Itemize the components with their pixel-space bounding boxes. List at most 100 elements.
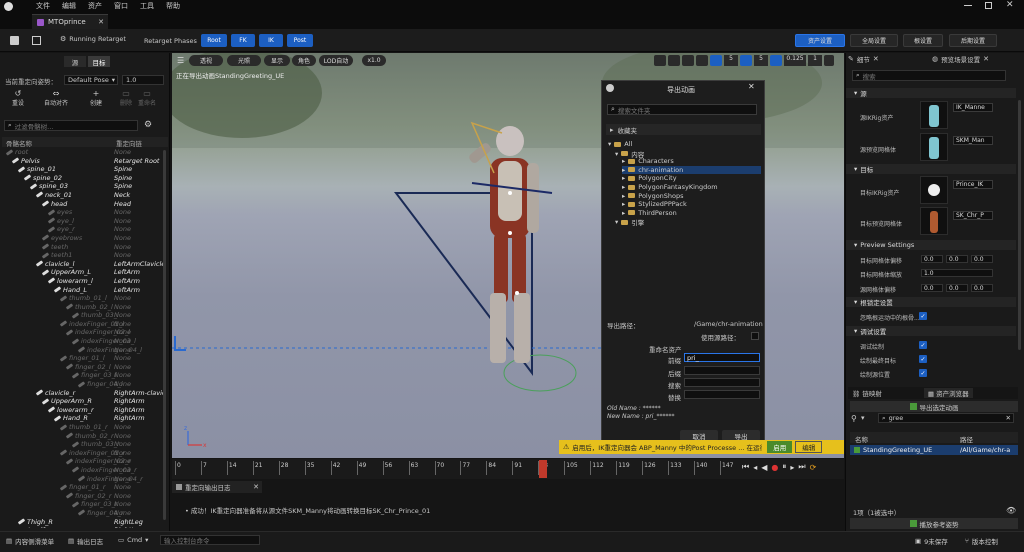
log-tab[interactable]: 重定向输出日志 ✕ — [172, 481, 262, 493]
show-button[interactable]: 显示 — [264, 55, 290, 66]
skip-end-icon[interactable]: ⏭ — [798, 462, 805, 472]
maximize-icon[interactable] — [985, 2, 992, 9]
bone-chain[interactable]: None — [114, 466, 166, 474]
root-lock-checkbox[interactable]: ✓ — [919, 312, 927, 320]
console-input[interactable]: 输入控制台命令 — [160, 535, 260, 545]
bone-row[interactable]: indexFinger_01_r None — [0, 449, 170, 458]
asset-search-input[interactable]: ⌕ gree ✕ — [878, 413, 1014, 423]
bone-row[interactable]: lowerarm_r RightArm — [0, 406, 170, 415]
folder-item[interactable]: ▾ 引擎 — [615, 217, 644, 227]
bone-row[interactable]: indexFinger_01_l None — [0, 320, 170, 329]
menu-item[interactable]: 编辑 — [56, 1, 82, 11]
step-forward-icon[interactable]: ▸ — [790, 463, 794, 472]
folder-item[interactable]: ▸ StylizedPPPack — [622, 200, 687, 208]
bone-row[interactable]: finger_04_r None — [0, 509, 170, 518]
prefix-input[interactable]: pri_ — [684, 353, 760, 362]
bone-chain[interactable]: RightLeg — [114, 526, 166, 528]
folder-item[interactable]: ▸ PolygonCity — [622, 174, 677, 182]
bone-row[interactable]: calf_r RightLeg — [0, 526, 170, 528]
suffix-input[interactable] — [684, 366, 760, 375]
bone-chain[interactable]: None — [114, 251, 166, 259]
tab-source[interactable]: 源 — [64, 56, 86, 67]
edit-button[interactable]: 编辑 — [795, 441, 823, 453]
bone-row[interactable]: clavicle_l LeftArmClavicle — [0, 260, 170, 269]
settings-gear-icon[interactable]: ⚙ — [144, 120, 152, 130]
draw-source-location-checkbox[interactable]: ✓ — [919, 369, 927, 377]
bone-row[interactable]: head Head — [0, 200, 170, 209]
bone-chain[interactable]: None — [114, 311, 166, 319]
bone-row[interactable]: spine_03 Spine — [0, 182, 170, 191]
bone-chain[interactable]: Neck — [114, 191, 166, 199]
tab-close-icon[interactable]: ✕ — [98, 18, 104, 26]
view-options-icon[interactable]: 👁 — [1006, 506, 1016, 515]
bone-row[interactable]: indexFinger_02_r None — [0, 457, 170, 466]
replace-string-input[interactable] — [684, 390, 760, 399]
target-scale-input[interactable]: 1.0 — [921, 269, 993, 277]
minimize-icon[interactable] — [964, 5, 972, 6]
bone-row[interactable]: thumb_02_l None — [0, 303, 170, 312]
filter-icon[interactable]: ⚲ — [851, 414, 857, 423]
bone-chain[interactable]: None — [114, 500, 166, 508]
bone-chain[interactable]: LeftArm — [114, 286, 166, 294]
bone-chain[interactable]: LeftArmClavicle — [114, 260, 166, 268]
bone-chain[interactable]: Retarget Root — [114, 157, 166, 165]
tab-chain-mapping[interactable]: ⛓ 链映射 — [848, 388, 886, 398]
character-button[interactable]: 角色 — [292, 55, 316, 66]
bone-chain[interactable]: None — [114, 225, 166, 233]
record-icon[interactable]: ● — [771, 463, 778, 472]
bone-row[interactable]: thumb_01_l None — [0, 294, 170, 303]
menu-item[interactable]: 工具 — [134, 1, 160, 11]
bone-chain[interactable]: None — [114, 354, 166, 362]
hamburger-icon[interactable]: ☰ — [177, 56, 184, 65]
play-ref-pose-button[interactable]: 播放参考姿势 — [850, 518, 1018, 529]
auto-align-button[interactable]: ⇔ 自动对齐 — [44, 89, 68, 107]
pose-blend-input[interactable]: 1.0 — [122, 75, 164, 85]
global-settings-button[interactable]: 全局设置 — [850, 34, 898, 47]
bone-row[interactable]: lowerarm_l LeftArm — [0, 277, 170, 286]
bone-chain[interactable]: Spine — [114, 165, 166, 173]
bone-chain[interactable]: None — [114, 432, 166, 440]
phase-post-button[interactable]: Post — [287, 34, 313, 47]
bone-row[interactable]: Hand_R RightArm — [0, 414, 170, 423]
document-tab[interactable]: MTOprince ✕ — [32, 14, 108, 29]
move-icon[interactable] — [654, 55, 666, 66]
rename-button[interactable]: ▭ 重命名 — [138, 89, 156, 107]
phase-root-button[interactable]: Root — [201, 34, 227, 47]
bone-row[interactable]: thumb_01_r None — [0, 423, 170, 432]
maximize-viewport-icon[interactable] — [824, 55, 834, 66]
loop-icon[interactable]: ⟳ — [810, 463, 817, 472]
tab-asset-browser[interactable]: ▦ 资产浏览器 — [923, 388, 973, 398]
bone-chain[interactable]: RightArm — [114, 414, 166, 422]
bone-row[interactable]: clavicle_r RightArm-clavicle — [0, 389, 170, 398]
reset-button[interactable]: ↺ 重设 — [12, 89, 24, 107]
bone-chain[interactable]: None — [114, 337, 166, 345]
post-settings-button[interactable]: 后期设置 — [949, 34, 997, 47]
folder-search-input[interactable]: ⌕ 搜索文件夹 — [607, 104, 757, 115]
bone-chain[interactable]: LeftArm — [114, 277, 166, 285]
scale-snap-value[interactable]: 0.125 — [784, 55, 806, 66]
source-mesh-select[interactable]: SKM_Man — [953, 136, 993, 145]
menu-item[interactable]: 资产 — [82, 1, 108, 11]
step-back-icon[interactable]: ◂ — [753, 463, 757, 472]
bone-chain[interactable]: Spine — [114, 174, 166, 182]
bone-row[interactable]: finger_04_l None — [0, 380, 170, 389]
bone-row[interactable]: indexFinger_02_l None — [0, 328, 170, 337]
details-scrollbar[interactable] — [1018, 100, 1021, 350]
bone-chain[interactable]: None — [114, 243, 166, 251]
bone-chain[interactable]: Spine — [114, 182, 166, 190]
section-source[interactable]: ▾ 源 — [846, 88, 1016, 98]
enable-button[interactable]: 启用 — [767, 441, 793, 453]
target-offset-y[interactable]: 0.0 — [946, 255, 968, 263]
source-control-button[interactable]: ⑂ 版本控制 — [965, 536, 998, 546]
angle-snap-value[interactable]: 5 — [754, 55, 768, 66]
favorites-section[interactable]: ▸ 收藏夹 — [606, 124, 761, 135]
bone-chain[interactable]: RightArm — [114, 406, 166, 414]
pose-select[interactable]: Default Pose ▾ — [64, 75, 118, 85]
tab-target[interactable]: 目标 — [88, 56, 110, 67]
details-search-input[interactable]: ⌕ 搜索 — [852, 70, 1006, 81]
bone-row[interactable]: spine_01 Spine — [0, 165, 170, 174]
skip-start-icon[interactable]: ⏮ — [742, 462, 749, 472]
bone-chain[interactable]: None — [114, 483, 166, 491]
grid-snap-value[interactable]: 5 — [724, 55, 738, 66]
bone-row[interactable]: UpperArm_L LeftArm — [0, 268, 170, 277]
